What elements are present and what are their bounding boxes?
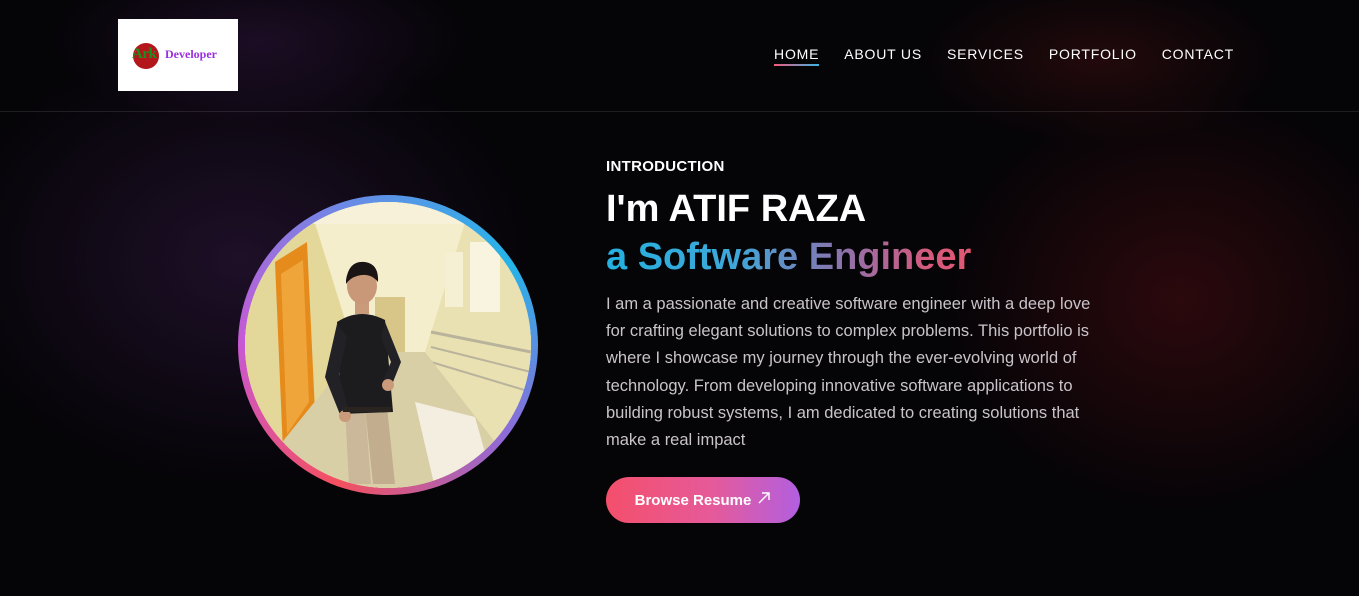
hero-eyebrow: INTRODUCTION: [606, 158, 725, 175]
nav-contact[interactable]: CONTACT: [1162, 46, 1234, 66]
logo[interactable]: Ark Developer: [118, 19, 238, 91]
logo-word: Developer: [165, 47, 217, 61]
page: Ark Developer HOME ABOUT US SERVICES POR…: [0, 0, 1359, 596]
hero-role: a Software Engineer: [606, 232, 1126, 282]
profile-photo-illustration: [245, 202, 531, 488]
site-header: Ark Developer HOME ABOUT US SERVICES POR…: [0, 0, 1359, 112]
hero-section: INTRODUCTION I'm ATIF RAZA a Software En…: [606, 158, 1126, 454]
nav-services[interactable]: SERVICES: [947, 46, 1024, 66]
nav-portfolio[interactable]: PORTFOLIO: [1049, 46, 1137, 66]
main-nav: HOME ABOUT US SERVICES PORTFOLIO CONTACT: [774, 46, 1234, 66]
arrow-up-right-icon-svg: [758, 491, 771, 503]
browse-resume-button[interactable]: Browse Resume: [606, 477, 800, 523]
hero-name: I'm ATIF RAZA: [606, 188, 867, 230]
logo-mark: Ark: [132, 46, 157, 62]
browse-resume-label: Browse Resume: [634, 491, 752, 509]
profile-photo: [245, 202, 531, 488]
hero-description: I am a passionate and creative software …: [606, 295, 1091, 450]
nav-about-us[interactable]: ABOUT US: [844, 46, 922, 66]
profile-photo-ring: [238, 195, 538, 495]
nav-home[interactable]: HOME: [774, 46, 820, 66]
arrow-up-right-icon: [757, 491, 771, 510]
